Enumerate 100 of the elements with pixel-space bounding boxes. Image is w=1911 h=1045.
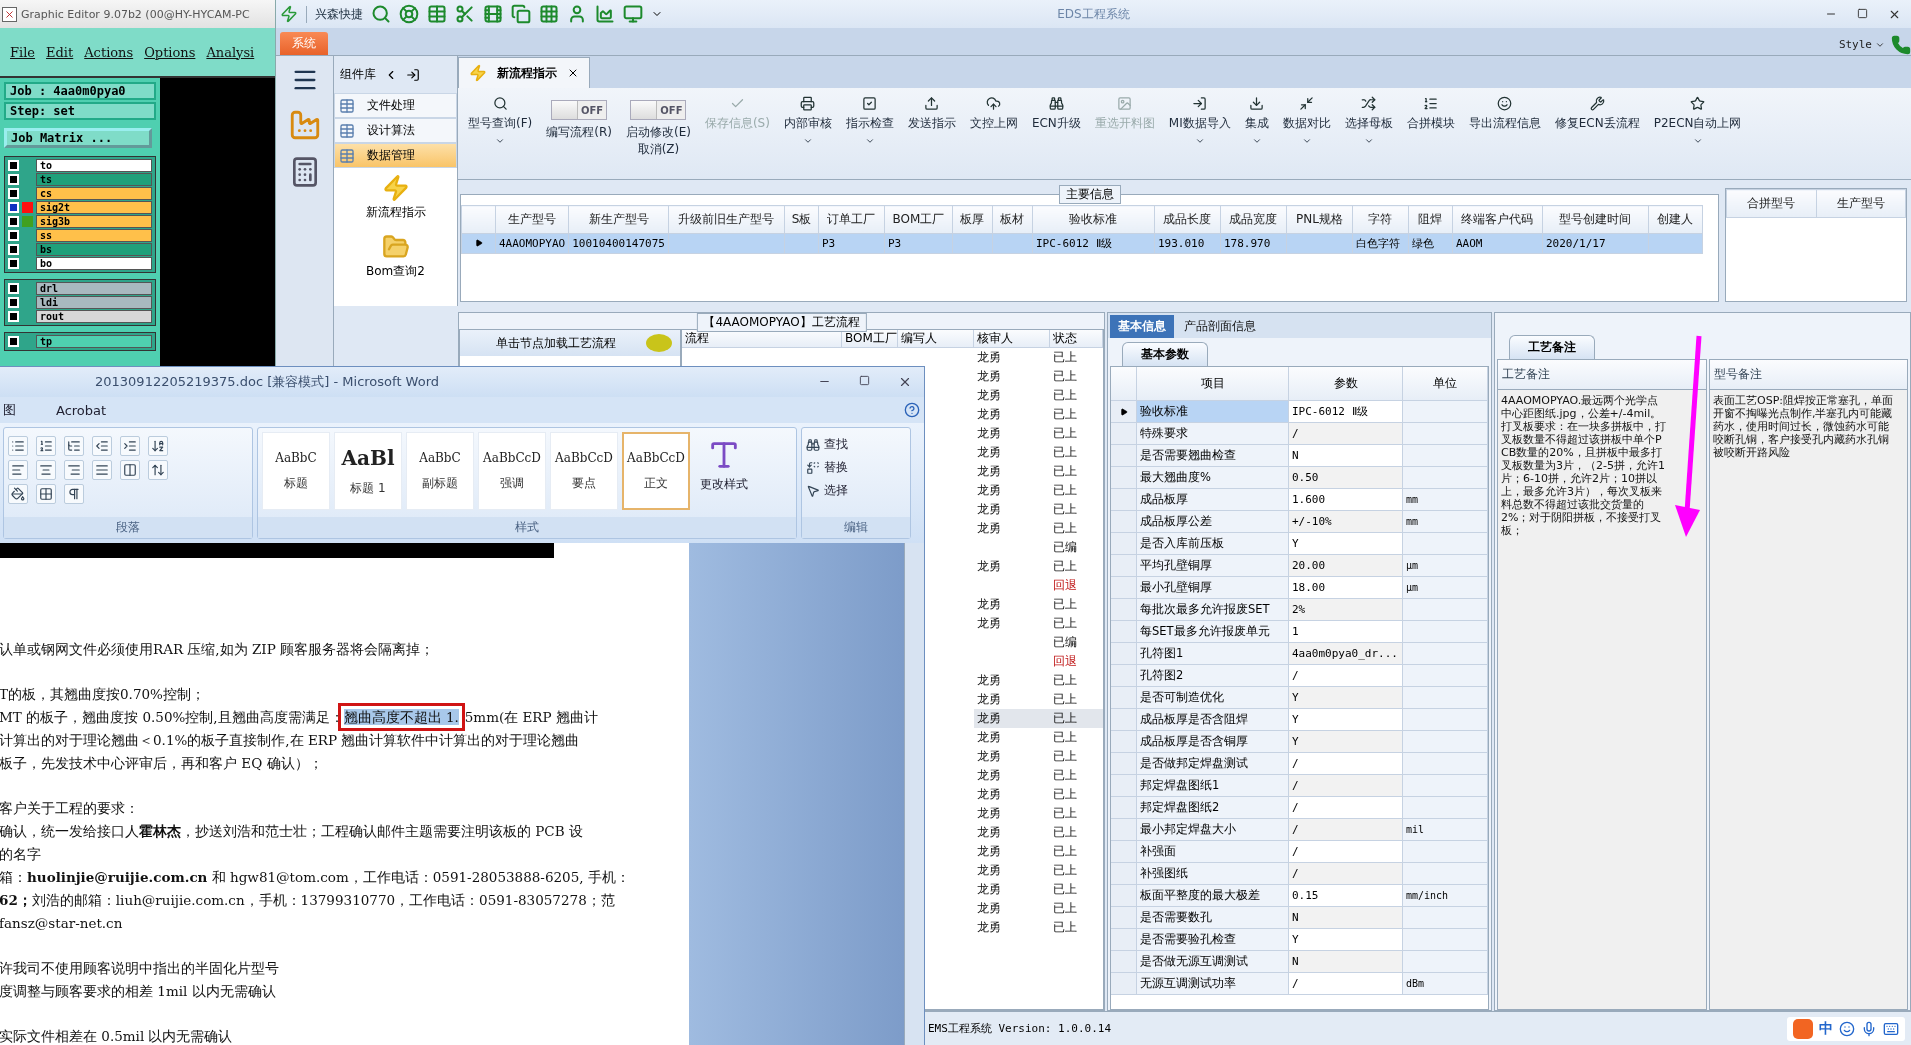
film-icon[interactable] — [483, 4, 503, 24]
toolbar-button[interactable]: 导出流程信息 — [1462, 96, 1547, 132]
column-header[interactable]: 生产型号 — [1816, 189, 1906, 218]
toggle-switch[interactable]: OFF — [630, 100, 687, 120]
scissors-icon[interactable] — [455, 4, 475, 24]
menu-item[interactable]: Actions — [84, 44, 134, 60]
layer-name[interactable]: cs — [36, 187, 152, 200]
toolbar-button[interactable]: 内部审核 — [777, 96, 838, 146]
menu-item[interactable]: Edit — [46, 44, 74, 60]
layer-name[interactable]: bo — [36, 257, 152, 270]
caret-icon[interactable] — [1301, 136, 1312, 146]
layer-checkbox[interactable] — [8, 202, 19, 213]
tab[interactable]: 基本信息 — [1110, 315, 1174, 338]
monitor-icon[interactable] — [623, 4, 643, 24]
column-header[interactable]: 参数 — [1289, 367, 1403, 400]
align-right-button[interactable] — [64, 460, 84, 480]
layer-checkbox[interactable] — [8, 297, 19, 308]
caret-icon[interactable] — [864, 136, 875, 146]
align-center-button[interactable] — [36, 460, 56, 480]
style-option[interactable]: AaBbCcD 正文 — [622, 432, 690, 510]
job-matrix-button[interactable]: Job Matrix ... — [4, 128, 152, 148]
document-tab[interactable]: 新流程指示 — [458, 57, 590, 88]
menu-item[interactable]: Analysi — [206, 44, 255, 60]
layer-checkbox[interactable] — [8, 258, 19, 269]
pin-icon[interactable] — [406, 67, 420, 82]
line-spacing-button[interactable] — [148, 460, 168, 480]
toggle-button[interactable]: OFF 编写流程(R) — [540, 96, 618, 141]
toolbar-button[interactable]: P2ECN自动上网 — [1647, 96, 1748, 146]
column-header[interactable]: 创建人 — [1648, 205, 1703, 234]
layer-checkbox[interactable] — [8, 311, 19, 322]
column-header[interactable]: 单位 — [1403, 367, 1488, 400]
microphone-icon[interactable] — [1861, 1020, 1877, 1037]
column-header[interactable]: BOM工厂 — [842, 330, 898, 347]
column-header[interactable]: 成品长度 — [1154, 205, 1221, 234]
search-icon[interactable] — [371, 4, 391, 24]
style-option[interactable]: AaBl 标题 1 — [334, 432, 402, 510]
caret-icon[interactable] — [495, 136, 506, 146]
column-header[interactable]: 板厚 — [952, 205, 993, 234]
library-group[interactable]: 设计算法 — [334, 118, 457, 143]
ime-mode[interactable]: 中 — [1819, 1019, 1833, 1038]
toolbar-button[interactable]: 数据对比 — [1276, 96, 1337, 146]
layer-name[interactable]: sig2t — [36, 201, 152, 214]
change-styles-button[interactable]: 更改样式 — [694, 432, 754, 513]
toolbar-button[interactable]: 选择母板 — [1338, 96, 1399, 146]
grid-icon[interactable] — [539, 4, 559, 24]
toolbar-button[interactable]: 发送指示 — [901, 96, 962, 132]
smiley-icon[interactable] — [1839, 1020, 1855, 1037]
maximize-icon[interactable] — [1857, 7, 1868, 19]
layer-name[interactable]: rout — [36, 310, 152, 323]
ribbon-tab[interactable]: 图 — [3, 401, 16, 419]
lifebuoy-icon[interactable] — [399, 4, 419, 24]
user-icon[interactable] — [567, 4, 587, 24]
column-header[interactable]: BOM工厂 — [884, 205, 953, 234]
sub-tab[interactable]: 工艺备注 — [1509, 335, 1595, 359]
sub-tab[interactable]: 基本参数 — [1122, 342, 1208, 366]
toolbar-button[interactable]: 合拼模块 — [1400, 96, 1461, 132]
column-header[interactable]: S板 — [784, 205, 819, 234]
layer-checkbox[interactable] — [8, 174, 19, 185]
column-header[interactable]: 流程 — [682, 330, 842, 347]
increase-indent-button[interactable] — [120, 436, 140, 456]
table-row[interactable]: 龙勇 已上 — [974, 709, 1103, 728]
column-header[interactable]: 编写人 — [898, 330, 974, 347]
layer-name[interactable]: to — [36, 159, 152, 172]
multilevel-list-button[interactable] — [64, 436, 84, 456]
column-header[interactable]: 成品宽度 — [1220, 205, 1287, 234]
library-group[interactable]: 数据管理 — [334, 143, 457, 168]
layer-name[interactable]: tp — [36, 335, 152, 348]
numbered-list-button[interactable] — [36, 436, 56, 456]
caret-icon[interactable] — [1194, 136, 1205, 146]
toolbar-button[interactable]: ECN升级 — [1025, 96, 1087, 132]
style-option[interactable]: AaBbC 副标题 — [406, 432, 474, 510]
caret-icon[interactable] — [802, 136, 813, 146]
layer-checkbox[interactable] — [8, 216, 19, 227]
style-option[interactable]: AaBbC 标题 — [262, 432, 330, 510]
bullet-list-button[interactable] — [8, 436, 28, 456]
row-selector[interactable] — [461, 233, 496, 254]
columns-button[interactable] — [120, 460, 140, 480]
column-header[interactable]: 合拼型号 — [1726, 189, 1816, 218]
justify-button[interactable] — [92, 460, 112, 480]
toolbar-button[interactable]: 集成 — [1238, 96, 1275, 146]
borders-button[interactable] — [36, 484, 56, 504]
layer-checkbox[interactable] — [8, 160, 19, 171]
layer-name[interactable]: ts — [36, 173, 152, 186]
copy-icon[interactable] — [511, 4, 531, 24]
menu-item[interactable]: File — [10, 44, 36, 60]
column-header[interactable]: 新生产型号 — [568, 205, 669, 234]
layer-name[interactable]: drl — [36, 282, 152, 295]
align-left-button[interactable] — [8, 460, 28, 480]
close-icon[interactable] — [567, 67, 579, 79]
column-header[interactable]: 型号创建时间 — [1542, 205, 1649, 234]
column-header[interactable]: 字符 — [1352, 205, 1409, 234]
caret-icon[interactable] — [1692, 136, 1703, 146]
toolbar-button[interactable]: 修复ECN丢流程 — [1548, 96, 1646, 132]
style-option[interactable]: AaBbCcD 要点 — [550, 432, 618, 510]
area-chart-icon[interactable] — [595, 4, 615, 24]
phone-icon[interactable] — [1891, 35, 1911, 55]
edit-button[interactable]: 替换 — [806, 459, 848, 476]
scrollbar[interactable] — [904, 543, 924, 1045]
column-header[interactable]: 项目 — [1137, 367, 1289, 400]
row-selector[interactable] — [1111, 401, 1137, 422]
